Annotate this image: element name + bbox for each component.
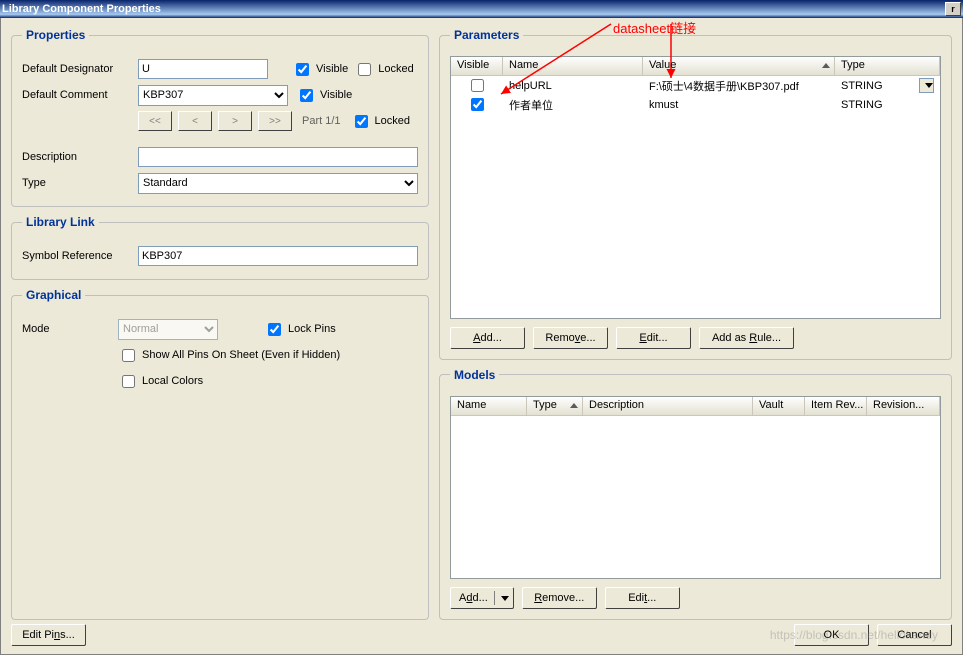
param-name: helpURL (503, 79, 643, 93)
parameters-header-type[interactable]: Type (835, 57, 940, 75)
cancel-button[interactable]: Cancel (877, 624, 952, 646)
sort-asc-icon (570, 403, 578, 408)
default-designator-label: Default Designator (22, 63, 132, 75)
designator-locked-checkbox[interactable]: Locked (354, 60, 413, 79)
parameters-add-as-rule-button[interactable]: Add as Rule... (699, 327, 794, 349)
default-comment-select[interactable]: KBP307 (138, 85, 288, 106)
mode-select[interactable]: Normal (118, 319, 218, 340)
comment-visible-checkbox[interactable]: Visible (296, 86, 352, 105)
param-value: F:\硕士\4数据手册\KBP307.pdf (643, 77, 835, 95)
models-header-description[interactable]: Description (583, 397, 753, 415)
part-prev-button[interactable]: < (178, 111, 212, 131)
close-icon[interactable]: r (945, 2, 961, 16)
parameters-edit-button[interactable]: Edit... (616, 327, 691, 349)
show-all-pins-checkbox[interactable]: Show All Pins On Sheet (Even if Hidden) (118, 346, 340, 365)
param-type: STRING (835, 77, 940, 94)
properties-group: Properties Default Designator Visible Lo… (11, 28, 429, 207)
models-legend: Models (450, 368, 499, 382)
part-first-button[interactable]: << (138, 111, 172, 131)
description-label: Description (22, 151, 132, 163)
part-label: Part 1/1 (302, 115, 341, 127)
param-visible-checkbox[interactable] (471, 98, 484, 111)
default-comment-label: Default Comment (22, 89, 132, 101)
sort-asc-icon (822, 63, 830, 68)
param-visible-checkbox[interactable] (471, 79, 484, 92)
window-title: Library Component Properties (2, 3, 161, 15)
edit-pins-button[interactable]: Edit Pins... (11, 624, 86, 646)
designator-visible-checkbox[interactable]: Visible (292, 60, 348, 79)
parameters-legend: Parameters (450, 28, 523, 42)
param-value: kmust (643, 98, 835, 112)
models-add-button[interactable]: Add... (450, 587, 514, 609)
parameters-remove-button[interactable]: Remove... (533, 327, 608, 349)
parameters-grid[interactable]: Visible Name Value Type helpURLF:\硕士\4数据… (450, 56, 941, 319)
models-remove-button[interactable]: Remove... (522, 587, 597, 609)
models-header-name[interactable]: Name (451, 397, 527, 415)
part-last-button[interactable]: >> (258, 111, 292, 131)
parameters-group: Parameters Visible Name Value Type helpU… (439, 28, 952, 360)
models-edit-button[interactable]: Edit... (605, 587, 680, 609)
type-select[interactable]: Standard (138, 173, 418, 194)
parameters-header-name[interactable]: Name (503, 57, 643, 75)
models-header-vault[interactable]: Vault (753, 397, 805, 415)
table-row[interactable]: helpURLF:\硕士\4数据手册\KBP307.pdfSTRING (451, 76, 940, 95)
symbol-reference-input[interactable] (138, 246, 418, 266)
type-label: Type (22, 177, 132, 189)
graphical-legend: Graphical (22, 288, 85, 302)
symbol-reference-label: Symbol Reference (22, 250, 132, 262)
local-colors-checkbox[interactable]: Local Colors (118, 372, 203, 391)
models-header-item-rev[interactable]: Item Rev... (805, 397, 867, 415)
chevron-down-icon[interactable] (919, 78, 934, 93)
part-locked-checkbox[interactable]: Locked (351, 112, 410, 131)
parameters-header-visible[interactable]: Visible (451, 57, 503, 75)
models-grid[interactable]: Name Type Description Vault Item Rev... … (450, 396, 941, 579)
description-input[interactable] (138, 147, 418, 167)
mode-label: Mode (22, 323, 112, 335)
title-bar: Library Component Properties r (0, 0, 963, 18)
param-name: 作者单位 (503, 96, 643, 114)
library-link-group: Library Link Symbol Reference (11, 215, 429, 280)
default-designator-input[interactable] (138, 59, 268, 79)
models-header-revision[interactable]: Revision... (867, 397, 940, 415)
graphical-group: Graphical Mode Normal Lock Pins Show All… (11, 288, 429, 620)
models-group: Models Name Type Description Vault Item … (439, 368, 952, 620)
parameters-header-value[interactable]: Value (643, 57, 835, 75)
chevron-down-icon (501, 596, 509, 601)
lock-pins-checkbox[interactable]: Lock Pins (264, 320, 336, 339)
part-next-button[interactable]: > (218, 111, 252, 131)
parameters-add-button[interactable]: Add... (450, 327, 525, 349)
ok-button[interactable]: OK (794, 624, 869, 646)
library-link-legend: Library Link (22, 215, 99, 229)
models-header-type[interactable]: Type (527, 397, 583, 415)
param-type: STRING (835, 98, 940, 112)
properties-legend: Properties (22, 28, 89, 42)
table-row[interactable]: 作者单位kmustSTRING (451, 95, 940, 114)
